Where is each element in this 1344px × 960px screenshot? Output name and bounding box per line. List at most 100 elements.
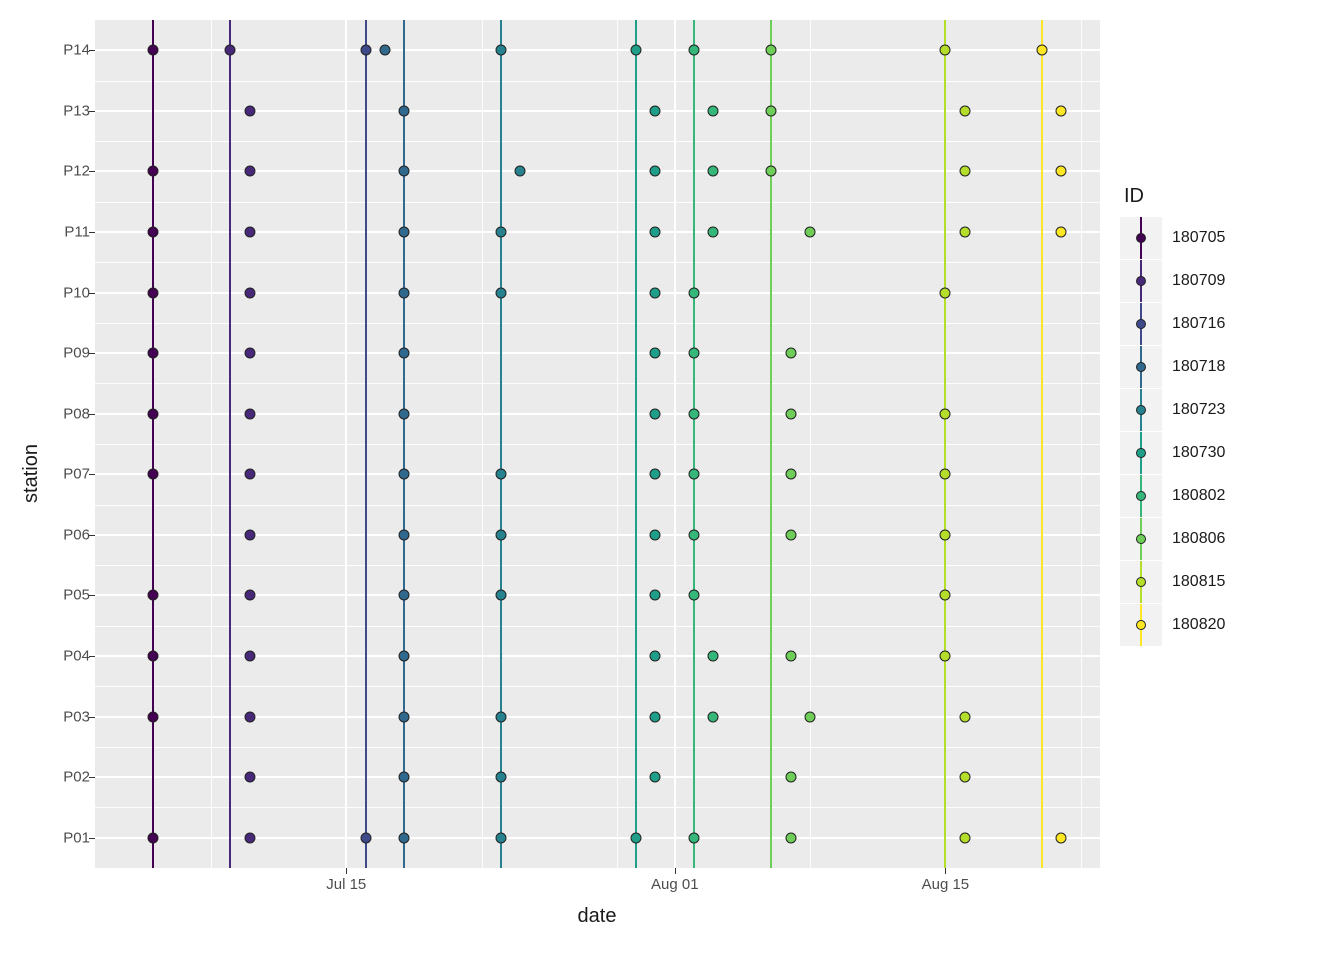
data-point: [940, 529, 951, 540]
data-point: [959, 832, 970, 843]
x-axis-label: date: [578, 905, 617, 928]
y-tick: [89, 474, 95, 475]
legend-point-icon: [1136, 491, 1146, 501]
legend-point-icon: [1136, 534, 1146, 544]
data-point: [650, 287, 661, 298]
data-point: [244, 832, 255, 843]
data-point: [959, 166, 970, 177]
data-point: [495, 590, 506, 601]
y-tick: [89, 414, 95, 415]
id-vline: [693, 20, 695, 868]
legend-item: 180806: [1120, 517, 1330, 560]
data-point: [244, 772, 255, 783]
data-point: [147, 166, 158, 177]
y-tick-label: P10: [46, 284, 90, 301]
data-point: [959, 105, 970, 116]
grid-v: [674, 20, 676, 868]
x-tick-label: Jul 15: [326, 876, 366, 893]
data-point: [689, 590, 700, 601]
legend-label: 180716: [1172, 315, 1225, 333]
data-point: [689, 408, 700, 419]
data-point: [650, 408, 661, 419]
data-point: [959, 772, 970, 783]
data-point: [244, 105, 255, 116]
legend-key: [1120, 260, 1162, 302]
data-point: [650, 711, 661, 722]
legend-point-icon: [1136, 319, 1146, 329]
legend: ID 1807051807091807161807181807231807301…: [1120, 185, 1330, 646]
legend-key: [1120, 389, 1162, 431]
grid-v: [345, 20, 347, 868]
y-tick-label: P09: [46, 345, 90, 362]
id-vline: [770, 20, 772, 868]
figure: station date ID 180705180709180716180718…: [0, 0, 1344, 960]
x-tick: [945, 868, 946, 874]
legend-item: 180705: [1120, 216, 1330, 259]
data-point: [940, 469, 951, 480]
legend-label: 180723: [1172, 401, 1225, 419]
x-tick: [675, 868, 676, 874]
data-point: [940, 590, 951, 601]
data-point: [399, 832, 410, 843]
y-tick: [89, 50, 95, 51]
data-point: [147, 348, 158, 359]
legend-item: 180709: [1120, 259, 1330, 302]
x-tick-label: Aug 01: [651, 876, 699, 893]
data-point: [399, 408, 410, 419]
data-point: [708, 227, 719, 238]
legend-key: [1120, 217, 1162, 259]
y-tick: [89, 293, 95, 294]
x-tick-label: Aug 15: [922, 876, 970, 893]
legend-point-icon: [1136, 577, 1146, 587]
grid-h-minor: [95, 444, 1100, 445]
y-tick-label: P12: [46, 163, 90, 180]
id-vline: [500, 20, 502, 868]
data-point: [959, 227, 970, 238]
data-point: [650, 469, 661, 480]
data-point: [650, 166, 661, 177]
grid-v-minor: [482, 20, 483, 868]
grid-h-minor: [95, 565, 1100, 566]
legend-point-icon: [1136, 448, 1146, 458]
data-point: [805, 227, 816, 238]
y-tick: [89, 111, 95, 112]
data-point: [495, 772, 506, 783]
data-point: [495, 469, 506, 480]
data-point: [708, 711, 719, 722]
data-point: [244, 590, 255, 601]
legend-label: 180820: [1172, 616, 1225, 634]
data-point: [785, 832, 796, 843]
data-point: [785, 651, 796, 662]
id-vline: [152, 20, 154, 868]
data-point: [399, 105, 410, 116]
data-point: [244, 469, 255, 480]
legend-item: 180718: [1120, 345, 1330, 388]
y-tick: [89, 717, 95, 718]
legend-key: [1120, 604, 1162, 646]
data-point: [940, 651, 951, 662]
data-point: [650, 590, 661, 601]
data-point: [399, 529, 410, 540]
data-point: [766, 105, 777, 116]
y-tick: [89, 171, 95, 172]
legend-item: 180815: [1120, 560, 1330, 603]
y-tick: [89, 535, 95, 536]
data-point: [631, 832, 642, 843]
data-point: [244, 408, 255, 419]
data-point: [379, 45, 390, 56]
data-point: [1056, 105, 1067, 116]
legend-point-icon: [1136, 620, 1146, 630]
y-tick: [89, 777, 95, 778]
data-point: [766, 166, 777, 177]
data-point: [225, 45, 236, 56]
data-point: [708, 105, 719, 116]
y-tick-label: P02: [46, 769, 90, 786]
data-point: [689, 529, 700, 540]
data-point: [650, 105, 661, 116]
data-point: [689, 287, 700, 298]
data-point: [147, 590, 158, 601]
data-point: [785, 529, 796, 540]
data-point: [1056, 227, 1067, 238]
grid-h-minor: [95, 383, 1100, 384]
data-point: [1056, 832, 1067, 843]
